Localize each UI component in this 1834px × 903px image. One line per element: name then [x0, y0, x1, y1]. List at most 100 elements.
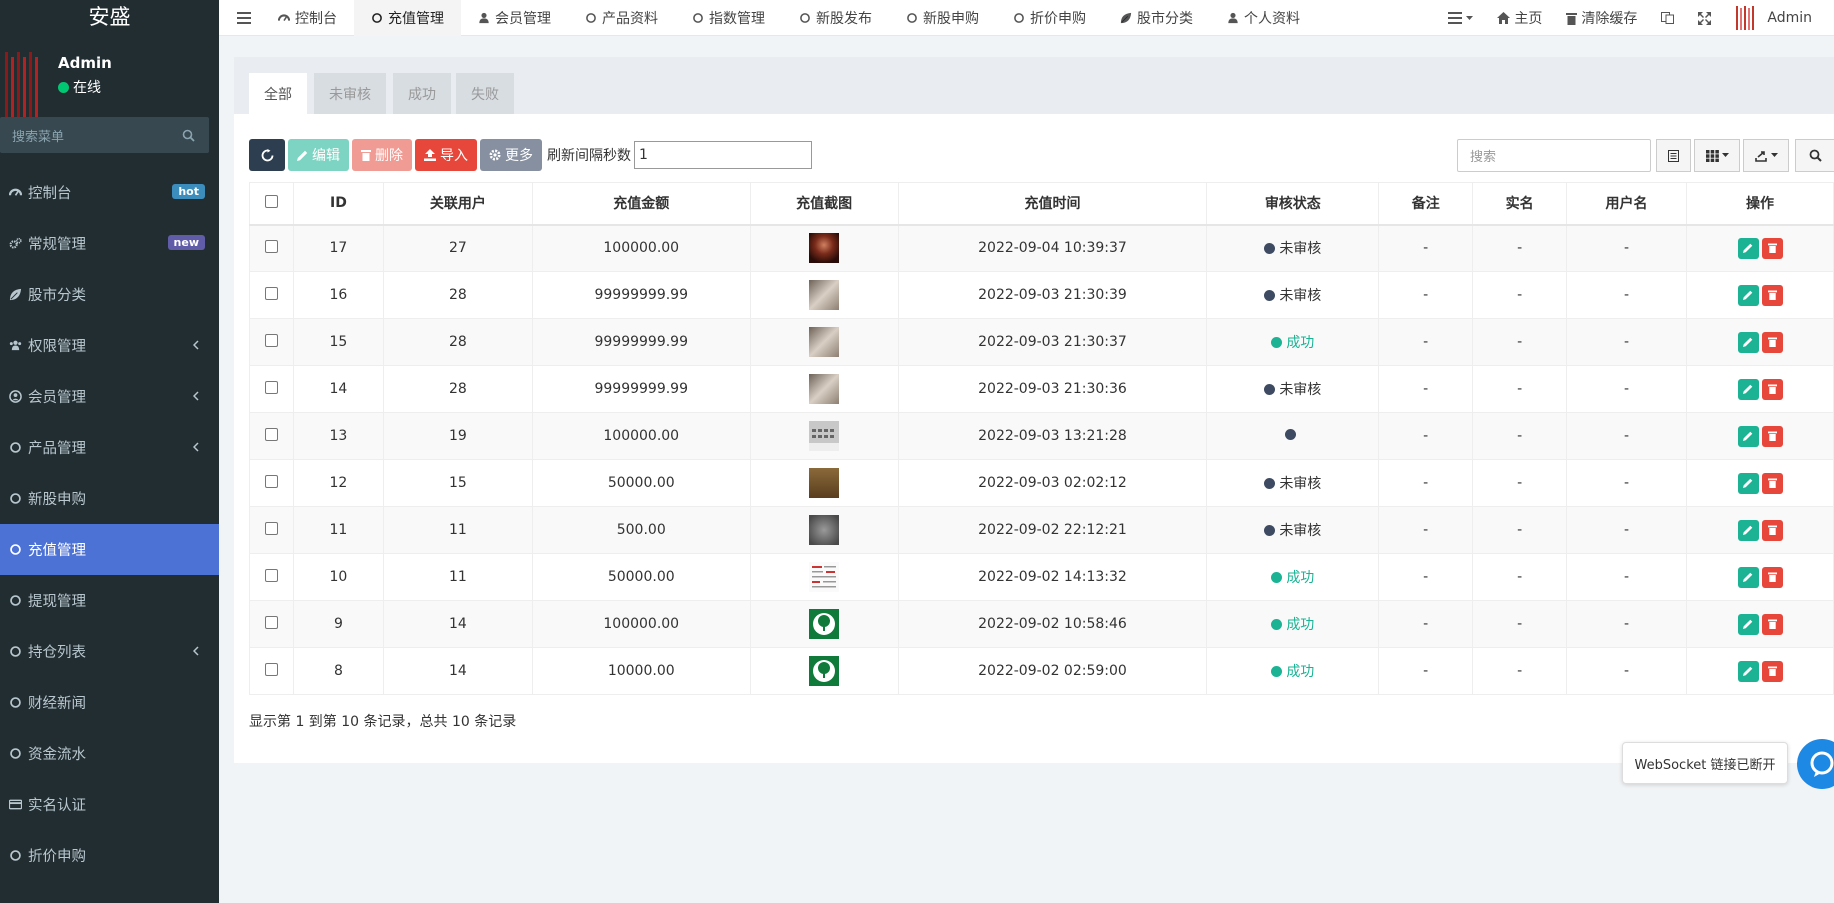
row-checkbox[interactable]	[264, 662, 278, 676]
tab-all[interactable]: 全部	[249, 73, 307, 114]
row-edit-button[interactable]	[1737, 378, 1759, 400]
col-username[interactable]: 用户名	[1566, 182, 1687, 226]
row-delete-button[interactable]	[1761, 284, 1783, 306]
brand-logo[interactable]: 安盛	[0, 0, 219, 36]
row-checkbox[interactable]	[264, 615, 278, 629]
row-select-cell[interactable]	[249, 412, 294, 460]
nav-tab[interactable]: 新股发布	[782, 0, 889, 36]
table-search-input[interactable]: 搜索	[1457, 139, 1651, 172]
col-amount[interactable]: 充值金额	[531, 182, 751, 226]
row-checkbox[interactable]	[264, 239, 278, 253]
select-all-checkbox[interactable]	[264, 194, 278, 208]
sidebar-item[interactable]: 财经新闻	[0, 677, 219, 728]
columns-button[interactable]	[1694, 139, 1740, 172]
table-row[interactable]: 12 15 50000.00 2022-09-03 02:02:12 未审核 - - -	[249, 459, 1834, 507]
row-select-cell[interactable]	[249, 600, 294, 648]
toggle-view-button[interactable]	[1656, 139, 1691, 172]
sidebar-item[interactable]: 权限管理	[0, 320, 219, 371]
sidebar-item[interactable]: 常规管理 new	[0, 218, 219, 269]
nav-tab[interactable]: 折价申购	[996, 0, 1103, 36]
col-status[interactable]: 审核状态	[1206, 182, 1380, 226]
col-time[interactable]: 充值时间	[897, 182, 1208, 226]
nav-tab[interactable]: 控制台	[261, 0, 354, 36]
row-delete-button[interactable]	[1761, 425, 1783, 447]
table-row[interactable]: 10 11 50000.00 2022-09-02 14:13:32 成功 - - -	[249, 553, 1834, 601]
sidebar-item[interactable]: 资金流水	[0, 728, 219, 779]
nav-tab[interactable]: 产品资料	[568, 0, 675, 36]
recharge-screenshot-thumbnail[interactable]	[809, 421, 840, 451]
chat-bubble-button[interactable]	[1797, 739, 1834, 789]
table-row[interactable]: 16 28 99999999.99 2022-09-03 21:30:39 未审核 - - -	[249, 271, 1834, 319]
menu-toggle-icon[interactable]	[233, 11, 255, 24]
row-select-cell[interactable]	[249, 647, 294, 695]
row-select-cell[interactable]	[249, 459, 294, 507]
import-button[interactable]: 导入	[415, 139, 477, 171]
recharge-screenshot-thumbnail[interactable]	[809, 374, 840, 404]
row-checkbox[interactable]	[264, 333, 278, 347]
home-link[interactable]: 主页	[1485, 0, 1554, 36]
tab-success[interactable]: 成功	[393, 73, 451, 114]
row-edit-button[interactable]	[1737, 660, 1759, 682]
sidebar-item[interactable]: 持仓列表	[0, 626, 219, 677]
col-id[interactable]: ID	[292, 182, 384, 226]
row-checkbox[interactable]	[264, 427, 278, 441]
recharge-screenshot-thumbnail[interactable]	[809, 468, 840, 498]
delete-button[interactable]: 删除	[352, 139, 412, 171]
row-delete-button[interactable]	[1761, 472, 1783, 494]
search-toggle-button[interactable]	[1795, 139, 1834, 172]
search-icon[interactable]	[182, 129, 195, 142]
row-checkbox[interactable]	[264, 568, 278, 582]
sidebar-item[interactable]: 会员管理	[0, 371, 219, 422]
fullscreen-button[interactable]	[1686, 0, 1723, 36]
row-edit-button[interactable]	[1737, 472, 1759, 494]
recharge-screenshot-thumbnail[interactable]	[809, 280, 840, 310]
refresh-button[interactable]	[249, 139, 285, 171]
row-delete-button[interactable]	[1761, 378, 1783, 400]
row-checkbox[interactable]	[264, 286, 278, 300]
nav-tab[interactable]: 充值管理	[354, 0, 461, 36]
multi-menu-button[interactable]	[1436, 0, 1485, 36]
row-select-cell[interactable]	[249, 318, 294, 366]
sidebar-item[interactable]: 折价申购	[0, 830, 219, 881]
table-row[interactable]: 15 28 99999999.99 2022-09-03 21:30:37 成功 - - -	[249, 318, 1834, 366]
sidebar-item[interactable]: 实名认证	[0, 779, 219, 830]
table-row[interactable]: 8 14 10000.00 2022-09-02 02:59:00 成功 - - -	[249, 647, 1834, 695]
sidebar-item[interactable]: 产品管理	[0, 422, 219, 473]
more-button[interactable]: 更多	[480, 139, 542, 171]
menu-search-input[interactable]: 搜索菜单	[0, 117, 209, 153]
recharge-screenshot-thumbnail[interactable]	[809, 609, 840, 639]
sidebar-item[interactable]: 提现管理	[0, 575, 219, 626]
row-edit-button[interactable]	[1737, 425, 1759, 447]
recharge-screenshot-thumbnail[interactable]	[809, 656, 840, 686]
table-row[interactable]: 13 19 100000.00 2022-09-03 13:21:28- - -	[249, 412, 1834, 460]
nav-tab[interactable]: 会员管理	[461, 0, 568, 36]
row-checkbox[interactable]	[264, 380, 278, 394]
tab-pending[interactable]: 未审核	[314, 73, 386, 114]
col-realname[interactable]: 实名	[1472, 182, 1568, 226]
row-select-cell[interactable]	[249, 365, 294, 413]
clear-cache-button[interactable]: 清除缓存	[1554, 0, 1649, 36]
nav-tab[interactable]: 新股申购	[889, 0, 996, 36]
recharge-screenshot-thumbnail[interactable]	[809, 562, 840, 592]
sidebar-item[interactable]: 控制台 hot	[0, 167, 219, 218]
row-delete-button[interactable]	[1761, 613, 1783, 635]
row-delete-button[interactable]	[1761, 331, 1783, 353]
recharge-screenshot-thumbnail[interactable]	[809, 327, 840, 357]
row-select-cell[interactable]	[249, 271, 294, 319]
edit-button[interactable]: 编辑	[288, 139, 349, 171]
row-delete-button[interactable]	[1761, 237, 1783, 259]
admin-user-menu[interactable]: Admin	[1723, 0, 1834, 36]
col-screenshot[interactable]: 充值截图	[749, 182, 899, 226]
sidebar-item[interactable]: 股市分类	[0, 269, 219, 320]
export-button[interactable]	[1743, 139, 1789, 172]
col-remark[interactable]: 备注	[1378, 182, 1474, 226]
row-select-cell[interactable]	[249, 506, 294, 554]
row-edit-button[interactable]	[1737, 237, 1759, 259]
recharge-screenshot-thumbnail[interactable]	[809, 515, 840, 545]
tab-failed[interactable]: 失败	[456, 73, 514, 114]
row-select-cell[interactable]	[249, 553, 294, 601]
table-row[interactable]: 14 28 99999999.99 2022-09-03 21:30:36 未审核 - - -	[249, 365, 1834, 413]
select-all-cell[interactable]	[249, 182, 294, 226]
row-select-cell[interactable]	[249, 224, 294, 272]
row-edit-button[interactable]	[1737, 566, 1759, 588]
